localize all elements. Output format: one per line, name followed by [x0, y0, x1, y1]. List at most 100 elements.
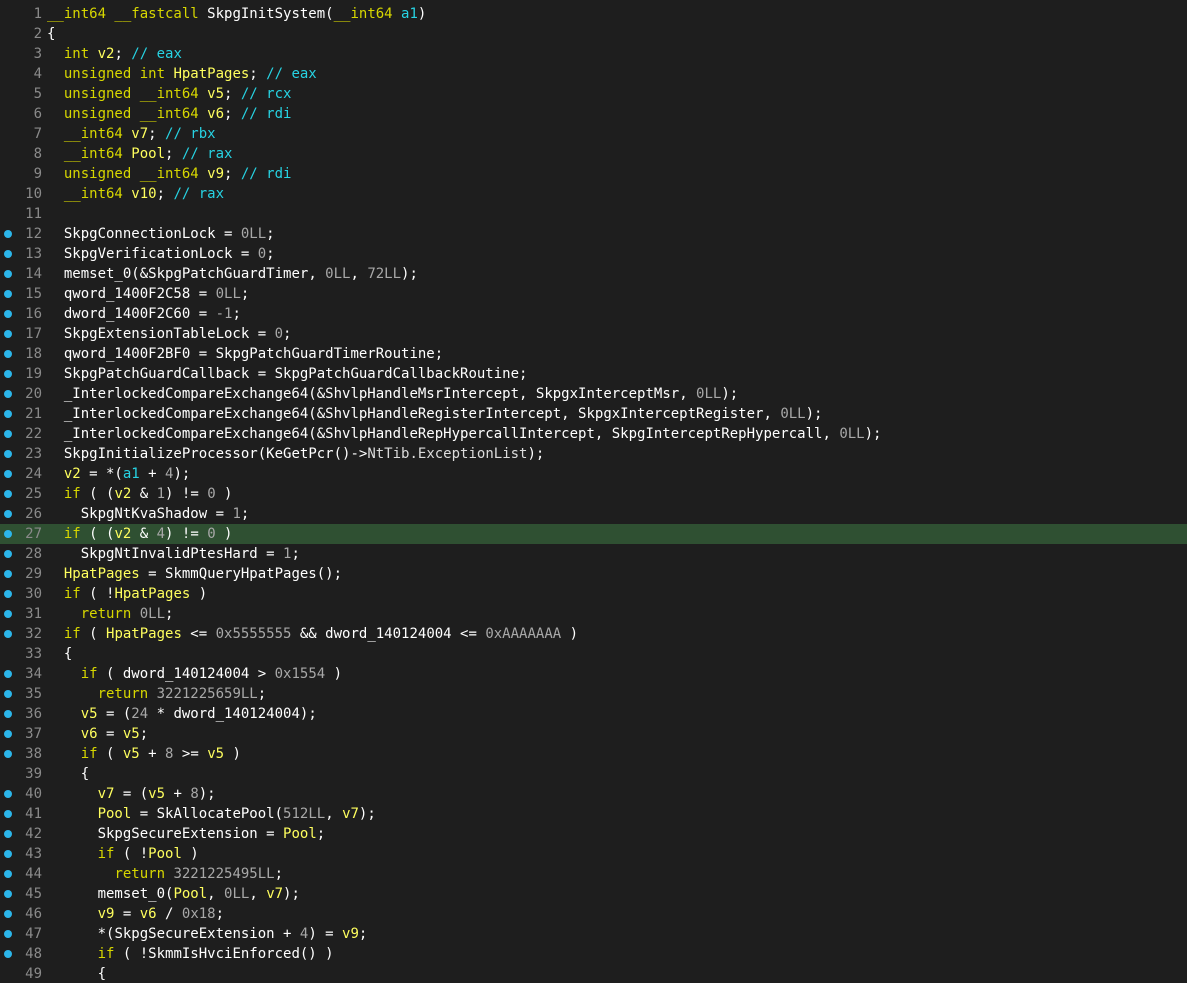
breakpoint-dot-icon[interactable]	[4, 430, 12, 438]
code-text[interactable]: SkpgVerificationLock = 0;	[46, 244, 275, 264]
breakpoint-dot-icon[interactable]	[4, 370, 12, 378]
breakpoint-dot-icon[interactable]	[4, 270, 12, 278]
breakpoint-dot-icon[interactable]	[4, 390, 12, 398]
line-number-gutter[interactable]: 11	[0, 204, 46, 224]
code-line[interactable]: 31 return 0LL;	[0, 604, 1187, 624]
code-text[interactable]: *(SkpgSecureExtension + 4) = v9;	[46, 924, 368, 944]
code-line[interactable]: 29 HpatPages = SkmmQueryHpatPages();	[0, 564, 1187, 584]
breakpoint-dot-icon[interactable]	[4, 450, 12, 458]
code-line[interactable]: 9 unsigned __int64 v9; // rdi	[0, 164, 1187, 184]
code-text[interactable]: Pool = SkAllocatePool(512LL, v7);	[46, 804, 376, 824]
code-line[interactable]: 32 if ( HpatPages <= 0x5555555 && dword_…	[0, 624, 1187, 644]
code-text[interactable]: SkpgNtInvalidPtesHard = 1;	[46, 544, 300, 564]
line-number-gutter[interactable]: 42	[0, 824, 46, 844]
breakpoint-dot-icon[interactable]	[4, 930, 12, 938]
code-line[interactable]: 37 v6 = v5;	[0, 724, 1187, 744]
line-number-gutter[interactable]: 36	[0, 704, 46, 724]
code-line[interactable]: 10 __int64 v10; // rax	[0, 184, 1187, 204]
code-line[interactable]: 16 dword_1400F2C60 = -1;	[0, 304, 1187, 324]
code-line[interactable]: 19 SkpgPatchGuardCallback = SkpgPatchGua…	[0, 364, 1187, 384]
code-line[interactable]: 28 SkpgNtInvalidPtesHard = 1;	[0, 544, 1187, 564]
code-line[interactable]: 18 qword_1400F2BF0 = SkpgPatchGuardTimer…	[0, 344, 1187, 364]
code-text[interactable]: {	[46, 644, 72, 664]
code-text[interactable]: int v2; // eax	[46, 44, 182, 64]
line-number-gutter[interactable]: 8	[0, 144, 46, 164]
line-number-gutter[interactable]: 44	[0, 864, 46, 884]
code-text[interactable]: _InterlockedCompareExchange64(&ShvlpHand…	[46, 404, 823, 424]
code-text[interactable]: v5 = (24 * dword_140124004);	[46, 704, 317, 724]
code-text[interactable]: if ( (v2 & 4) != 0 )	[46, 524, 233, 544]
code-text[interactable]: return 3221225659LL;	[46, 684, 267, 704]
line-number-gutter[interactable]: 28	[0, 544, 46, 564]
line-number-gutter[interactable]: 24	[0, 464, 46, 484]
breakpoint-dot-icon[interactable]	[4, 470, 12, 478]
line-number-gutter[interactable]: 27	[0, 524, 46, 544]
code-line[interactable]: 48 if ( !SkmmIsHvciEnforced() )	[0, 944, 1187, 964]
line-number-gutter[interactable]: 12	[0, 224, 46, 244]
breakpoint-dot-icon[interactable]	[4, 250, 12, 258]
code-text[interactable]: SkpgConnectionLock = 0LL;	[46, 224, 275, 244]
breakpoint-dot-icon[interactable]	[4, 230, 12, 238]
line-number-gutter[interactable]: 49	[0, 964, 46, 983]
code-line[interactable]: 49 {	[0, 964, 1187, 983]
code-line[interactable]: 1 __int64 __fastcall SkpgInitSystem(__int…	[0, 4, 1187, 24]
line-number-gutter[interactable]: 34	[0, 664, 46, 684]
code-line[interactable]: 38 if ( v5 + 8 >= v5 )	[0, 744, 1187, 764]
code-line[interactable]: 35 return 3221225659LL;	[0, 684, 1187, 704]
code-line[interactable]: 30 if ( !HpatPages )	[0, 584, 1187, 604]
code-text[interactable]: {	[46, 764, 89, 784]
line-number-gutter[interactable]: 41	[0, 804, 46, 824]
breakpoint-dot-icon[interactable]	[4, 870, 12, 878]
code-line[interactable]: 24 v2 = *(a1 + 4);	[0, 464, 1187, 484]
code-line[interactable]: 25 if ( (v2 & 1) != 0 )	[0, 484, 1187, 504]
code-line[interactable]: 12 SkpgConnectionLock = 0LL;	[0, 224, 1187, 244]
line-number-gutter[interactable]: 6	[0, 104, 46, 124]
breakpoint-dot-icon[interactable]	[4, 350, 12, 358]
code-line[interactable]: 33 {	[0, 644, 1187, 664]
line-number-gutter[interactable]: 10	[0, 184, 46, 204]
code-line[interactable]: 44 return 3221225495LL;	[0, 864, 1187, 884]
line-number-gutter[interactable]: 21	[0, 404, 46, 424]
breakpoint-dot-icon[interactable]	[4, 490, 12, 498]
breakpoint-dot-icon[interactable]	[4, 630, 12, 638]
code-line[interactable]: 7 __int64 v7; // rbx	[0, 124, 1187, 144]
breakpoint-dot-icon[interactable]	[4, 950, 12, 958]
code-text[interactable]	[46, 204, 47, 224]
code-line[interactable]: 26 SkpgNtKvaShadow = 1;	[0, 504, 1187, 524]
code-line[interactable]: 22 _InterlockedCompareExchange64(&ShvlpH…	[0, 424, 1187, 444]
breakpoint-dot-icon[interactable]	[4, 590, 12, 598]
code-line[interactable]: 14 memset_0(&SkpgPatchGuardTimer, 0LL, 7…	[0, 264, 1187, 284]
line-number-gutter[interactable]: 13	[0, 244, 46, 264]
code-text[interactable]: _InterlockedCompareExchange64(&ShvlpHand…	[46, 384, 738, 404]
code-line[interactable]: 8 __int64 Pool; // rax	[0, 144, 1187, 164]
line-number-gutter[interactable]: 32	[0, 624, 46, 644]
code-text[interactable]: v7 = (v5 + 8);	[46, 784, 216, 804]
code-line[interactable]: 43 if ( !Pool )	[0, 844, 1187, 864]
line-number-gutter[interactable]: 26	[0, 504, 46, 524]
code-text[interactable]: if ( !Pool )	[46, 844, 199, 864]
line-number-gutter[interactable]: 1	[0, 4, 46, 24]
code-text[interactable]: __int64 __fastcall SkpgInitSystem(__int6…	[46, 4, 426, 24]
breakpoint-dot-icon[interactable]	[4, 810, 12, 818]
code-text[interactable]: memset_0(&SkpgPatchGuardTimer, 0LL, 72LL…	[46, 264, 418, 284]
line-number-gutter[interactable]: 47	[0, 924, 46, 944]
breakpoint-dot-icon[interactable]	[4, 310, 12, 318]
breakpoint-dot-icon[interactable]	[4, 330, 12, 338]
code-line[interactable]: 36 v5 = (24 * dword_140124004);	[0, 704, 1187, 724]
code-line[interactable]: 21 _InterlockedCompareExchange64(&ShvlpH…	[0, 404, 1187, 424]
code-text[interactable]: if ( HpatPages <= 0x5555555 && dword_140…	[46, 624, 578, 644]
code-text[interactable]: v6 = v5;	[46, 724, 148, 744]
breakpoint-dot-icon[interactable]	[4, 790, 12, 798]
code-text[interactable]: SkpgExtensionTableLock = 0;	[46, 324, 292, 344]
code-line[interactable]: 27 if ( (v2 & 4) != 0 )	[0, 524, 1187, 544]
breakpoint-dot-icon[interactable]	[4, 830, 12, 838]
line-number-gutter[interactable]: 2	[0, 24, 46, 44]
code-line[interactable]: 5 unsigned __int64 v5; // rcx	[0, 84, 1187, 104]
code-line[interactable]: 47 *(SkpgSecureExtension + 4) = v9;	[0, 924, 1187, 944]
code-text[interactable]: unsigned __int64 v5; // rcx	[46, 84, 292, 104]
breakpoint-dot-icon[interactable]	[4, 510, 12, 518]
pseudocode-editor[interactable]: 1 __int64 __fastcall SkpgInitSystem(__int…	[0, 0, 1187, 983]
line-number-gutter[interactable]: 39	[0, 764, 46, 784]
breakpoint-dot-icon[interactable]	[4, 730, 12, 738]
code-text[interactable]: return 0LL;	[46, 604, 174, 624]
